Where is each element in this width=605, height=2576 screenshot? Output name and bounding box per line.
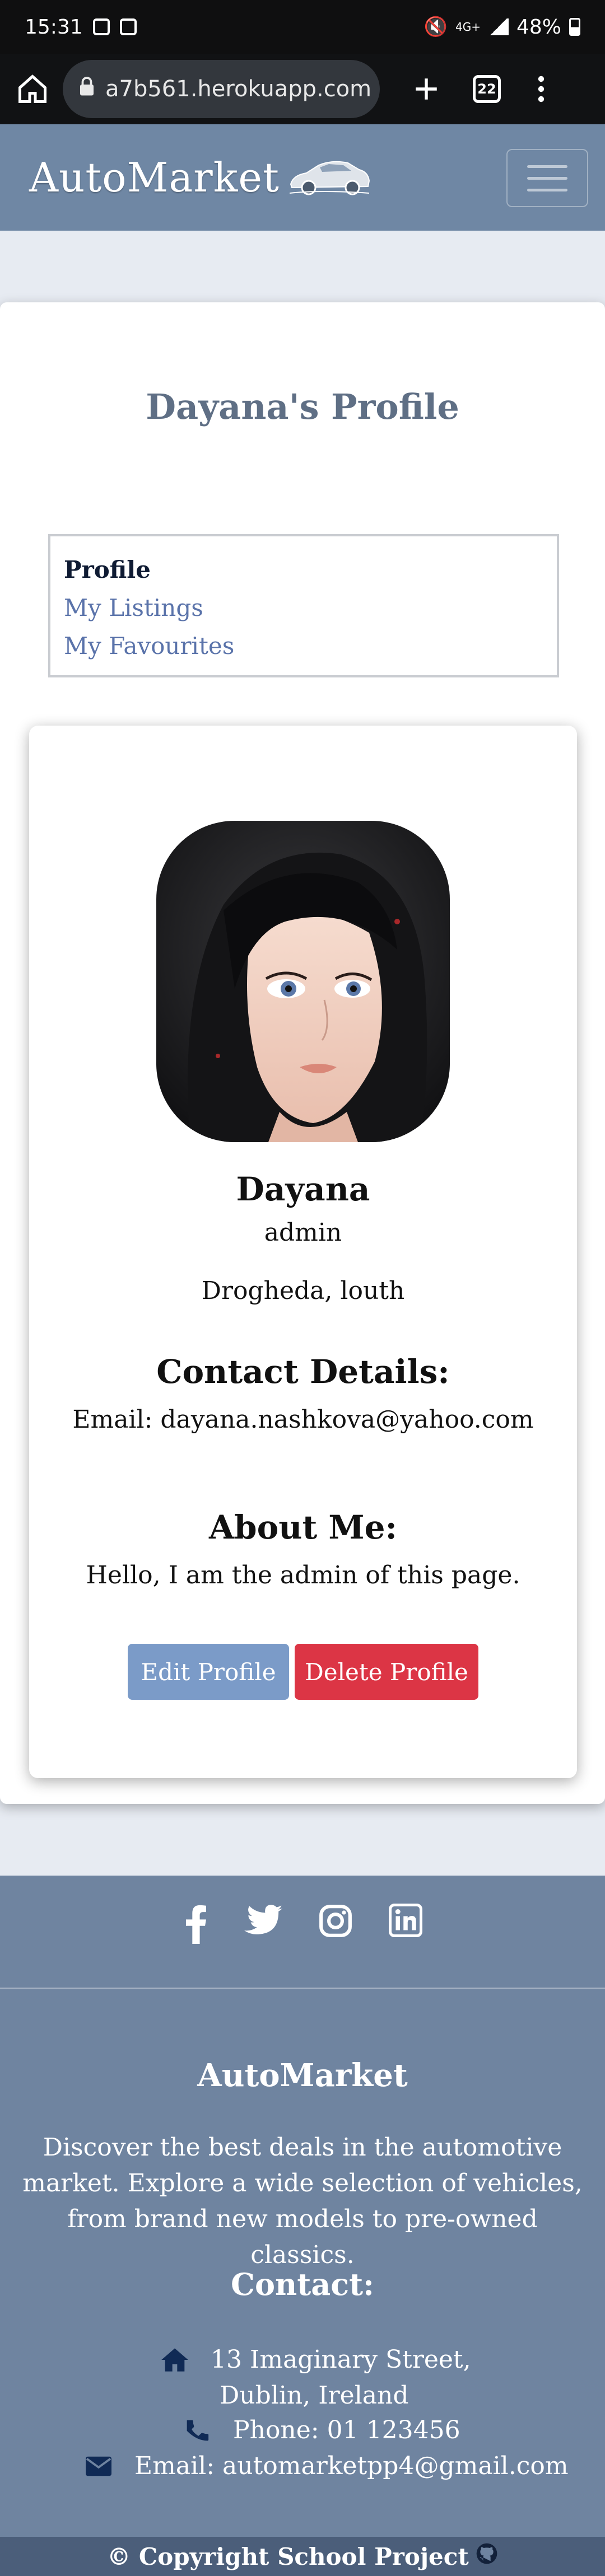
- signal-icon: [488, 18, 509, 35]
- address-line-1: 13 Imaginary Street,: [211, 2345, 471, 2374]
- profile-location: Drogheda, louth: [201, 1277, 405, 1305]
- footer-email-text[interactable]: Email: automarketpp4@gmail.com: [134, 2449, 569, 2484]
- social-links: [0, 1904, 605, 1946]
- profile-section: Dayana's Profile Profile My Listings My …: [0, 302, 605, 1804]
- facebook-icon[interactable]: [183, 1904, 208, 1946]
- footer-address-2: Dublin, Ireland: [220, 2378, 409, 2413]
- footer-address: 13 Imaginary Street,: [159, 2343, 471, 2377]
- github-icon[interactable]: [476, 2542, 498, 2570]
- profile-username: Dayana: [236, 1170, 370, 1208]
- address-bar[interactable]: a7b561.herokuapp.com: [63, 60, 380, 118]
- mute-icon: 🔇: [424, 16, 448, 38]
- page-title: Dayana's Profile: [146, 386, 459, 427]
- home-icon[interactable]: [16, 72, 49, 106]
- battery-percent: 48%: [516, 15, 561, 39]
- brand-name[interactable]: AutoMarket: [29, 154, 280, 201]
- hamburger-icon[interactable]: [506, 149, 588, 207]
- edit-profile-button[interactable]: Edit Profile: [128, 1644, 289, 1700]
- contact-details-heading: Contact Details:: [156, 1353, 450, 1391]
- instagram-icon[interactable]: [318, 1904, 353, 1946]
- status-time: 15:31: [25, 15, 83, 39]
- profile-card: Dayana admin Drogheda, louth Contact Det…: [29, 726, 577, 1778]
- about-me-heading: About Me:: [209, 1508, 397, 1546]
- delete-profile-button[interactable]: Delete Profile: [295, 1644, 478, 1700]
- tabs-icon[interactable]: 22: [473, 75, 501, 103]
- more-icon[interactable]: [537, 74, 546, 104]
- linkedin-icon[interactable]: [389, 1904, 422, 1946]
- gallery-icon: [119, 18, 137, 35]
- navbar: AutoMarket: [0, 124, 605, 231]
- footer-phone: Phone: 01 123456: [182, 2413, 460, 2448]
- plus-icon[interactable]: [412, 75, 440, 103]
- copyright-bar: © Copyright School Project: [0, 2537, 605, 2576]
- footer-description: Discover the best deals in the automotiv…: [22, 2133, 583, 2269]
- profile-role: admin: [264, 1218, 342, 1247]
- twitter-icon[interactable]: [244, 1904, 282, 1946]
- envelope-icon: [83, 2456, 114, 2476]
- avatar: [156, 821, 450, 1142]
- phone-icon: [182, 2418, 213, 2443]
- car-logo-icon[interactable]: [287, 153, 371, 202]
- footer-divider: [0, 1988, 605, 1989]
- footer-contact-heading: Contact:: [231, 2266, 374, 2302]
- status-bar: 15:31 🔇 4G+ 48%: [0, 0, 605, 54]
- nav-profile[interactable]: Profile: [64, 551, 543, 589]
- address-line-2: Dublin, Ireland: [220, 2381, 409, 2410]
- footer-email: Email: automarketpp4@gmail.com: [83, 2449, 569, 2484]
- about-me-text: Hello, I am the admin of this page.: [86, 1561, 520, 1589]
- browser-toolbar: a7b561.herokuapp.com 22: [0, 54, 605, 124]
- home-icon: [159, 2347, 190, 2373]
- profile-nav: Profile My Listings My Favourites: [48, 534, 559, 677]
- nav-my-favourites[interactable]: My Favourites: [64, 627, 543, 665]
- battery-icon: [569, 18, 580, 36]
- footer: AutoMarket Discover the best deals in th…: [0, 1876, 605, 2537]
- nav-my-listings[interactable]: My Listings: [64, 589, 543, 627]
- phone-text: Phone: 01 123456: [233, 2416, 460, 2444]
- notification-icon: [92, 18, 110, 35]
- profile-email: Email: dayana.nashkova@yahoo.com: [72, 1405, 534, 1434]
- network-label: 4G+: [455, 20, 481, 34]
- footer-brand: AutoMarket: [197, 2057, 408, 2094]
- copyright-text: © Copyright School Project: [107, 2542, 469, 2570]
- lock-icon: [78, 76, 95, 102]
- url-text: a7b561.herokuapp.com: [105, 76, 372, 102]
